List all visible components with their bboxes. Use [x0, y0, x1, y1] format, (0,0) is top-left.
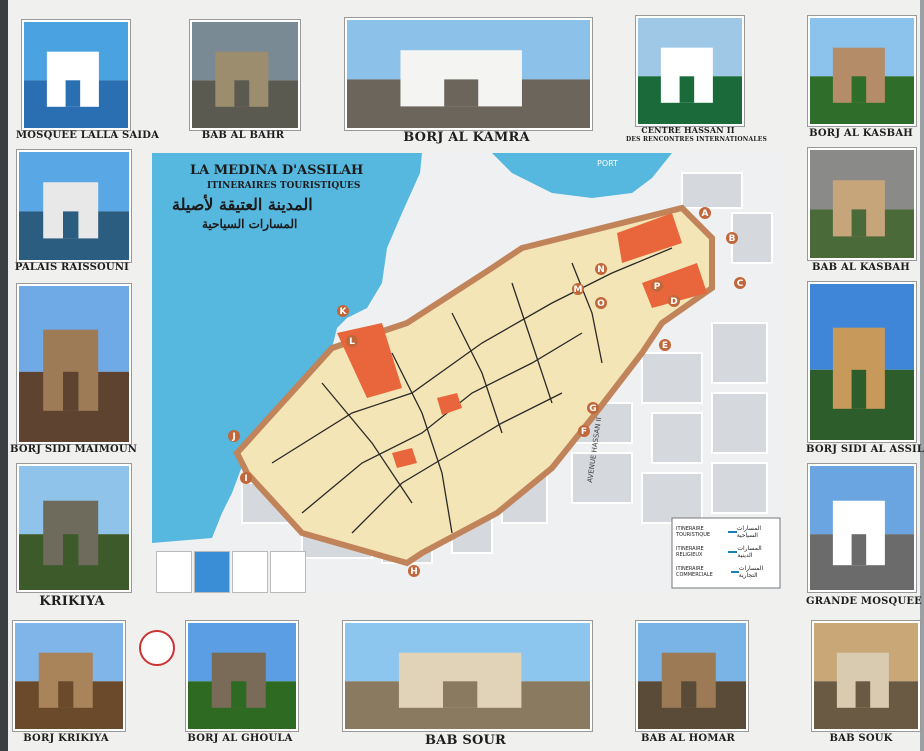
photo-bab-al-bahr: [190, 20, 300, 130]
legend-row: ITINERAIRE RELIGIEUX المسارات الدينية: [676, 545, 762, 559]
photo-bab-al-kasbah: [808, 148, 916, 260]
marker-a: A: [699, 207, 711, 219]
svg-text:E: E: [662, 341, 668, 351]
svg-text:J: J: [231, 432, 235, 442]
photo-palais-raissouni: [17, 150, 131, 262]
svg-text:C: C: [737, 279, 744, 289]
svg-text:L: L: [349, 337, 355, 347]
logo-2: [194, 551, 230, 593]
svg-text:G: G: [589, 404, 596, 414]
port-label: PORT: [597, 159, 618, 168]
photo-borj-sidi-maimoun: [17, 284, 131, 444]
caption-grande-mosquee: GRANDE MOSQUEE: [806, 596, 923, 607]
photo-borj-al-kamra: [345, 18, 592, 130]
caption-bab-souk: BAB SOUK: [829, 733, 893, 744]
legend-row: ITINERAIRE TOURISTIQUE المسارات السياحية: [676, 525, 762, 539]
logo-1: [156, 551, 192, 593]
qr-sticker: [139, 630, 175, 666]
caption-borj-sidi-al-assili: BORJ SIDI AL ASSILI: [806, 444, 924, 455]
marker-g: G: [587, 402, 599, 414]
svg-text:M: M: [574, 285, 583, 295]
caption-borj-sidi-maimoun: BORJ SIDI MAIMOUN: [10, 444, 138, 455]
marker-i: I: [240, 472, 252, 484]
marker-n: N: [595, 263, 607, 275]
marker-m: M: [572, 283, 584, 295]
svg-text:B: B: [729, 234, 736, 244]
svg-text:D: D: [670, 297, 677, 307]
logo-3: [232, 551, 268, 593]
photo-mosquee-lalla-saida: [22, 20, 130, 130]
svg-text:K: K: [340, 307, 348, 317]
caption-borj-al-kasbah: BORJ AL KASBAH: [809, 128, 913, 139]
caption-krikiya: KRIKIYA: [39, 594, 105, 609]
marker-c: C: [734, 277, 746, 289]
marker-h: H: [408, 565, 420, 577]
svg-text:I: I: [244, 474, 247, 484]
caption-borj-krikiya: BORJ KRIKIYA: [23, 733, 109, 744]
svg-text:H: H: [410, 567, 418, 577]
caption-bab-al-bahr: BAB AL BAHR: [201, 130, 285, 141]
photo-bab-al-homar: [636, 621, 748, 731]
photo-borj-al-ghoula: [186, 621, 298, 731]
svg-text:A: A: [702, 209, 709, 219]
photo-borj-al-kasbah: [808, 16, 916, 126]
medina-map: ABCDEFGHIJKLMNOP AVENUE HASSAN II PORT L…: [152, 153, 786, 593]
caption-bab-sour: BAB SOUR: [424, 733, 507, 748]
photo-borj-sidi-al-assili: [808, 282, 916, 442]
photo-bab-souk: [812, 621, 920, 731]
caption-bab-al-homar: BAB AL HOMAR: [640, 733, 736, 744]
map-subtitle: ITINERAIRES TOURISTIQUES: [207, 181, 361, 191]
legend-row: ITINERAIRE COMMERCIALE المسارات التجارية: [676, 565, 764, 579]
photo-bab-sour: [343, 621, 592, 731]
logo-4: [270, 551, 306, 593]
svg-text:N: N: [597, 265, 605, 275]
caption-borj-al-ghoula: BORJ AL GHOULA: [187, 733, 293, 744]
marker-l: L: [346, 335, 358, 347]
caption-mosquee-lalla-saida: MOSQUEE LALLA SAIDA: [16, 130, 160, 141]
map-title-arabic: المدينة العتيقة لأصيلة: [172, 195, 313, 214]
photo-grande-mosquee: [808, 464, 916, 592]
marker-o: O: [595, 297, 607, 309]
map-title: LA MEDINA D'ASSILAH: [190, 163, 364, 178]
marker-e: E: [659, 339, 671, 351]
photo-centre-hassan-ii: [636, 16, 744, 126]
caption-centre-hassan-ii: CENTRE HASSAN II DES RENCONTRES INTERNATI…: [626, 125, 768, 144]
caption-bab-al-kasbah: BAB AL KASBAH: [812, 262, 910, 273]
photo-borj-krikiya: [13, 621, 125, 731]
photo-krikiya: [17, 464, 131, 592]
map-subtitle-arabic: المسارات السياحية: [202, 217, 298, 231]
caption-borj-al-kamra: BORJ AL KAMRA: [403, 130, 530, 145]
marker-d: D: [668, 295, 680, 307]
svg-text:F: F: [581, 427, 587, 437]
svg-text:O: O: [597, 299, 605, 309]
marker-f: F: [578, 425, 590, 437]
marker-p: P: [651, 280, 663, 292]
marker-j: J: [228, 430, 240, 442]
marker-k: K: [337, 305, 349, 317]
marker-b: B: [726, 232, 738, 244]
caption-palais-raissouni: PALAIS RAISSOUNI: [14, 262, 130, 273]
svg-text:P: P: [654, 282, 661, 292]
